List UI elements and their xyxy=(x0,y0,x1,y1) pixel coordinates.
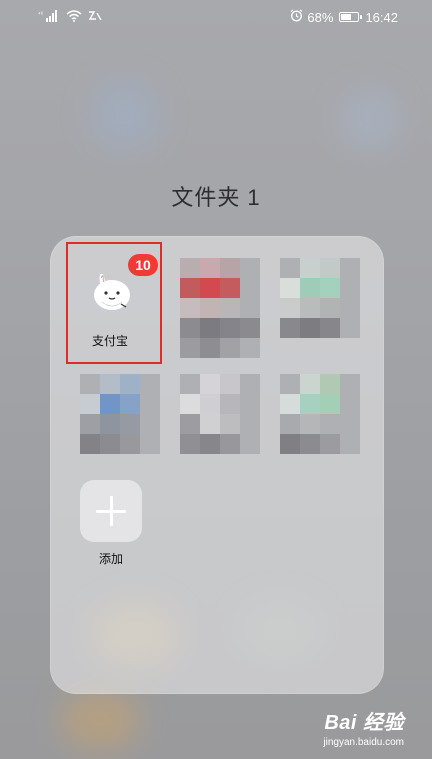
baidu-jingyan-watermark: Bai 经验 jingyan.baidu.com xyxy=(323,706,404,748)
app-blurred-4[interactable] xyxy=(60,356,160,466)
add-label: 添加 xyxy=(98,552,123,566)
battery-fill xyxy=(341,14,351,20)
blurred-app-icon xyxy=(80,374,160,454)
wifi-icon xyxy=(66,10,82,25)
signal-label: ⁴⁶ xyxy=(38,11,44,18)
blurred-app-icon xyxy=(280,258,360,338)
battery-percent: 68% xyxy=(307,9,334,25)
app-blurred-5[interactable] xyxy=(170,356,270,466)
signal-icon: ⁴⁶ xyxy=(38,10,60,25)
background-blur xyxy=(60,690,140,750)
clock: 16:42 xyxy=(365,9,398,25)
highlight-annotation xyxy=(66,242,162,364)
vibrate-icon xyxy=(88,10,102,25)
add-button[interactable] xyxy=(80,480,142,542)
battery-icon xyxy=(339,12,363,22)
app-blurred-2[interactable] xyxy=(170,236,270,358)
app-blurred-3[interactable] xyxy=(280,236,380,346)
background-blur xyxy=(340,90,400,150)
background-blur xyxy=(90,80,160,150)
status-bar: ⁴⁶ 68% 16:42 xyxy=(0,0,432,34)
blurred-app-icon xyxy=(180,374,260,454)
app-blurred-6[interactable] xyxy=(280,356,380,466)
folder-title[interactable]: 文件夹 1 xyxy=(0,180,432,212)
blurred-app-icon xyxy=(180,258,260,358)
watermark-url: jingyan.baidu.com xyxy=(323,737,404,748)
blurred-app-icon xyxy=(280,374,360,454)
watermark-main: Bai 经验 xyxy=(324,712,404,734)
alarm-icon xyxy=(290,9,303,25)
